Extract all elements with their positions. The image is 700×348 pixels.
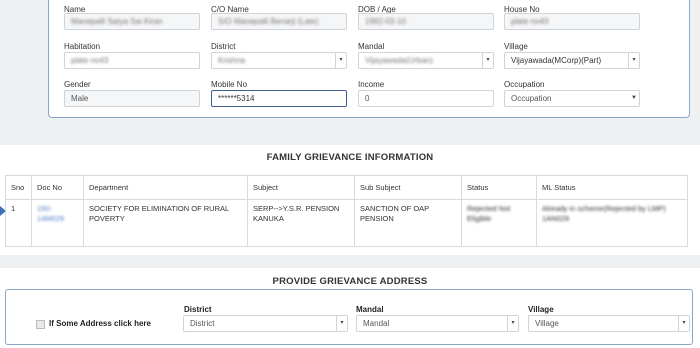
cell-sub-subject: SANCTION OF OAP PENSION — [354, 199, 462, 247]
habitation-field[interactable]: plate no43 — [64, 52, 200, 69]
gender-field: Male — [64, 90, 200, 107]
same-address-label: If Some Address click here — [49, 319, 151, 328]
cell-department: SOCIETY FOR ELIMINATION OF RURAL POVERTY — [83, 199, 248, 247]
district-select[interactable]: Krishna ▾ — [211, 52, 347, 69]
col-sno: Sno — [5, 175, 32, 200]
col-department: Department — [83, 175, 248, 200]
mobile-label: Mobile No — [211, 80, 248, 89]
addr-village-select[interactable]: Village ▾ — [528, 315, 690, 332]
chevron-down-icon: ▾ — [482, 53, 493, 68]
chevron-down-icon: ▾ — [628, 53, 639, 68]
table-row: 1 150-14M029 SOCIETY FOR ELIMINATION OF … — [5, 199, 688, 247]
family-grievance-title: FAMILY GRIEVANCE INFORMATION — [266, 152, 434, 163]
applicant-details-card: Name Manepalli Satya Sai Kiran C/O Name … — [48, 0, 690, 118]
col-ml-status: ML Status — [536, 175, 688, 200]
family-grievance-table: Sno Doc No Department Subject Sub Subjec… — [5, 175, 688, 247]
addr-district-select[interactable]: District ▾ — [183, 315, 348, 332]
cell-status: Rejected Not Eligible — [461, 199, 537, 247]
cell-sno: 1 — [5, 199, 32, 247]
occupation-label: Occupation — [504, 80, 545, 89]
chevron-down-icon: ▾ — [678, 316, 689, 331]
chevron-down-icon: ▾ — [336, 316, 347, 331]
occupation-select[interactable]: Occupation ▼ — [504, 90, 640, 107]
caret-down-icon: ▼ — [629, 91, 639, 106]
table-header-row: Sno Doc No Department Subject Sub Subjec… — [5, 175, 688, 200]
col-status: Status — [461, 175, 537, 200]
addr-mandal-label: Mandal — [356, 305, 384, 314]
chevron-down-icon: ▾ — [335, 53, 346, 68]
dob-field: 1992-03-10 — [358, 13, 494, 30]
addr-village-label: Village — [528, 305, 554, 314]
income-input[interactable]: 0 — [358, 90, 494, 107]
name-field: Manepalli Satya Sai Kiran — [64, 13, 200, 30]
addr-mandal-select[interactable]: Mandal ▾ — [356, 315, 519, 332]
mandal-label: Mandal — [358, 42, 385, 51]
mandal-select[interactable]: Vijayawada(Urban) ▾ — [358, 52, 494, 69]
income-label: Income — [358, 80, 385, 89]
same-address-checkbox[interactable] — [36, 320, 45, 329]
col-subject: Subject — [247, 175, 355, 200]
addr-district-label: District — [184, 305, 212, 314]
village-label: Village — [504, 42, 528, 51]
village-select[interactable]: Vijayawada(MCorp)(Part) ▾ — [504, 52, 640, 69]
habitation-label: Habitation — [64, 42, 101, 51]
gender-label: Gender — [64, 80, 91, 89]
grievance-address-title: PROVIDE GRIEVANCE ADDRESS — [272, 276, 428, 287]
mobile-input[interactable]: ******5314 — [211, 90, 347, 107]
cell-ml-status: Already in scheme(Rejected by LMP) 1AN02… — [536, 199, 688, 247]
col-sub-subject: Sub Subject — [354, 175, 462, 200]
district-label: District — [211, 42, 236, 51]
chevron-down-icon: ▾ — [507, 316, 518, 331]
house-no-field: plate no43 — [504, 13, 640, 30]
cell-subject: SERP-->Y.S.R. PENSION KANUKA — [247, 199, 355, 247]
col-doc-no: Doc No — [31, 175, 84, 200]
cell-doc-no-link[interactable]: 150-14M029 — [31, 199, 84, 247]
co-name-field: S/O Manepalli Benarji (Late) — [211, 13, 347, 30]
